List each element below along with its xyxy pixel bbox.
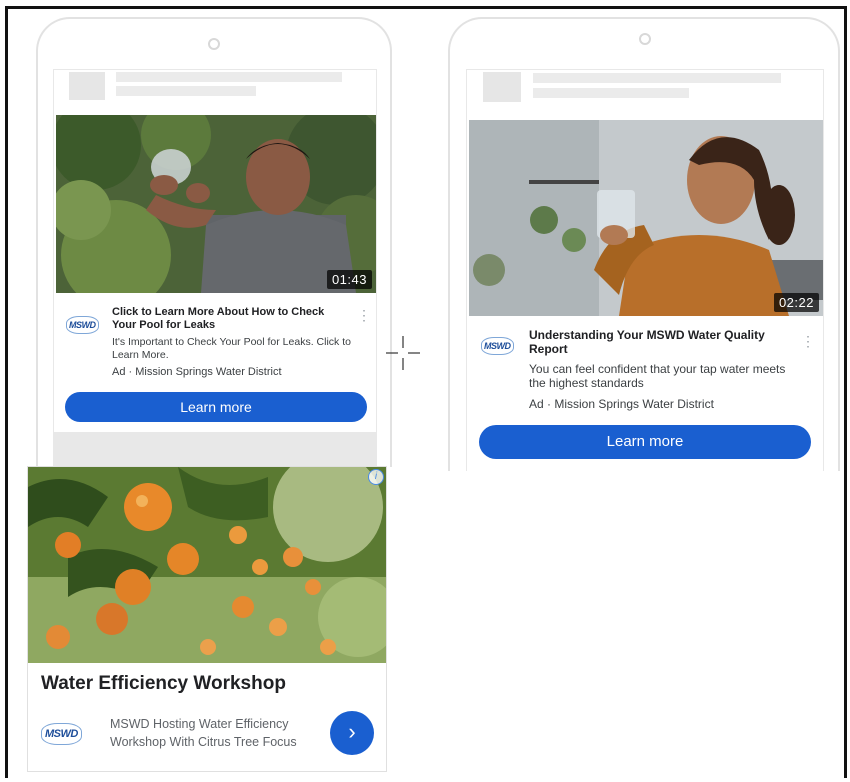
ad-title[interactable]: Understanding Your MSWD Water Quality Re… xyxy=(529,328,791,357)
crosshair-cursor-icon xyxy=(386,336,420,370)
video-thumbnail-pool[interactable]: 01:43 xyxy=(56,115,376,293)
kebab-menu-icon[interactable]: ⋮ xyxy=(801,334,815,348)
phone-screen-right: 02:22 MSWD Understanding Your MSWD Water… xyxy=(466,69,824,471)
mswd-logo: MSWD xyxy=(481,337,514,355)
phone-camera-left xyxy=(208,38,220,50)
phone-mockup-left: 01:43 MSWD Click to Learn More About How… xyxy=(36,17,392,467)
ad-sponsor: Ad · Mission Springs Water District xyxy=(529,397,714,411)
display-ad-description: MSWD Hosting Water Efficiency Workshop W… xyxy=(110,717,297,750)
man-holding-glass-image xyxy=(56,115,376,293)
video-duration: 02:22 xyxy=(773,293,819,312)
kebab-menu-icon[interactable]: ⋮ xyxy=(357,308,371,322)
skeleton-line xyxy=(116,72,342,82)
chevron-right-icon[interactable]: › xyxy=(330,711,374,755)
video-thumbnail-water-quality[interactable]: 02:22 xyxy=(469,120,823,316)
content-placeholder xyxy=(54,432,376,467)
mswd-logo: MSWD xyxy=(66,316,99,334)
video-duration: 01:43 xyxy=(326,270,372,289)
phone-camera-right xyxy=(639,33,651,45)
skeleton-line xyxy=(533,73,781,83)
mswd-logo: MSWD xyxy=(41,723,82,745)
phone-mockup-right: 02:22 MSWD Understanding Your MSWD Water… xyxy=(448,17,840,471)
learn-more-button[interactable]: Learn more xyxy=(479,425,811,459)
phone-screen-left: 01:43 MSWD Click to Learn More About How… xyxy=(53,69,377,467)
skeleton-avatar xyxy=(69,72,105,100)
ad-title[interactable]: Click to Learn More About How to Check Y… xyxy=(112,306,346,331)
skeleton-line xyxy=(116,86,256,96)
info-icon[interactable]: i xyxy=(368,469,384,485)
ad-description: It's Important to Check Your Pool for Le… xyxy=(112,336,351,361)
ad-description: You can feel confident that your tap wat… xyxy=(529,362,786,391)
skeleton-avatar xyxy=(483,72,521,102)
ad-sponsor: Ad · Mission Springs Water District xyxy=(112,366,282,378)
display-ad-title[interactable]: Water Efficiency Workshop xyxy=(41,673,286,695)
display-ad-card[interactable]: i Water Efficiency Workshop MSWD MSWD Ho… xyxy=(27,466,387,772)
skeleton-line xyxy=(533,88,689,98)
orange-tree-image xyxy=(28,467,386,663)
woman-drinking-water-image xyxy=(469,120,823,316)
learn-more-button[interactable]: Learn more xyxy=(65,392,367,422)
